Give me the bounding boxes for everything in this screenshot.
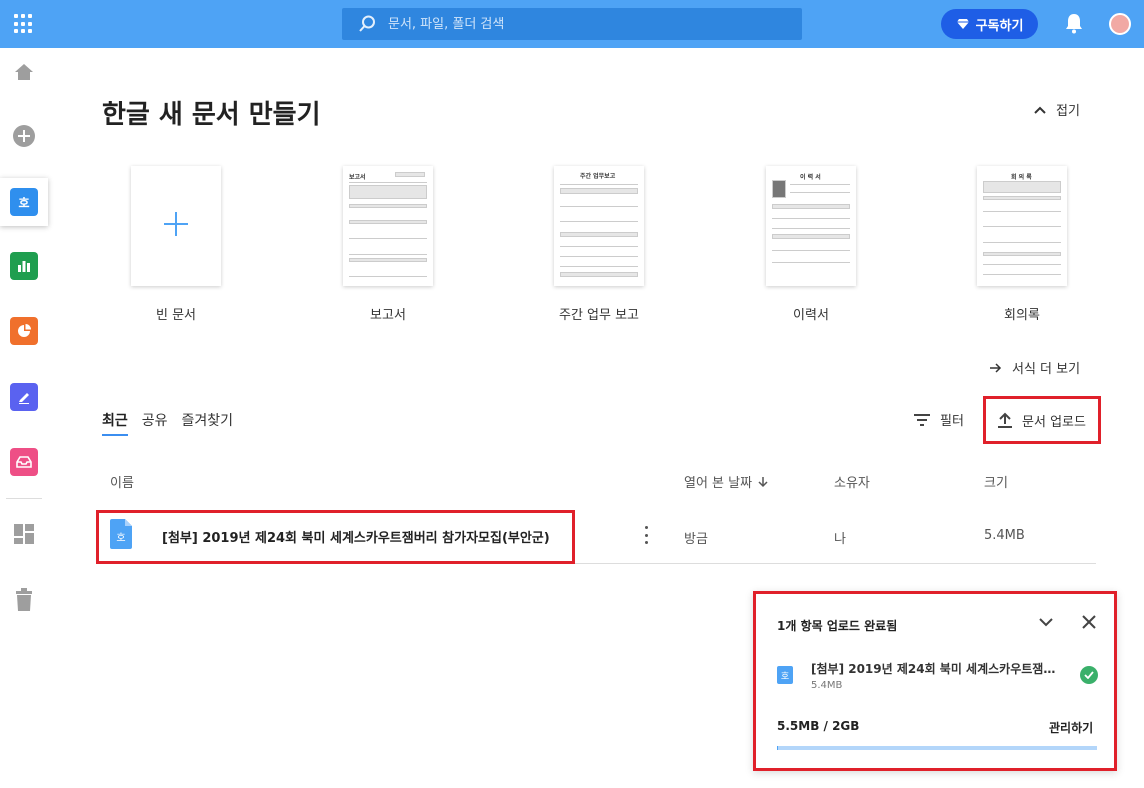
- tab-shared[interactable]: 공유: [142, 410, 168, 436]
- column-owner[interactable]: 소유자: [834, 472, 870, 491]
- storage-progress-bar: [777, 746, 1097, 750]
- file-opened: 방금: [684, 532, 708, 547]
- search-box[interactable]: [342, 8, 802, 40]
- bar-chart-icon: [10, 252, 38, 280]
- tab-recent[interactable]: 최근: [102, 410, 128, 436]
- file-owner: 나: [834, 532, 846, 547]
- search-input[interactable]: [388, 8, 788, 40]
- template-label: 회의록: [1004, 308, 1040, 323]
- more-options-icon[interactable]: [644, 526, 648, 544]
- upload-label: 문서 업로드: [1022, 414, 1086, 430]
- sidebar-item-pdf[interactable]: [0, 373, 48, 421]
- sidebar-item-sheet[interactable]: [0, 242, 48, 290]
- dashboard-icon: [14, 524, 34, 544]
- sidebar-item-hangul[interactable]: 호: [0, 178, 48, 226]
- template-thumbnail: 회 의 록: [977, 166, 1067, 286]
- plus-icon: [164, 212, 188, 236]
- upload-status-title: 1개 항목 업로드 완료됨: [777, 619, 898, 633]
- pen-icon: [10, 383, 38, 411]
- template-thumbnail: 보고서: [343, 166, 433, 286]
- column-size[interactable]: 크기: [984, 472, 1008, 491]
- svg-text:호: 호: [116, 532, 125, 544]
- sidebar-item-home[interactable]: [0, 48, 48, 96]
- upload-status-panel: 1개 항목 업로드 완료됨 호 [첨부] 2019년 제24회 북미 세계스카우…: [753, 591, 1117, 771]
- home-icon: [15, 64, 33, 80]
- template-thumbnail: 주간 업무보고: [554, 166, 644, 286]
- template-blank[interactable]: 빈 문서: [101, 166, 251, 323]
- plus-circle-icon: [13, 125, 35, 147]
- tab-favorites[interactable]: 즐겨찾기: [182, 410, 234, 436]
- check-icon: [1080, 666, 1098, 684]
- template-weekly-report[interactable]: 주간 업무보고 주간 업무 보고: [524, 166, 674, 323]
- storage-progress-fill: [777, 746, 778, 750]
- close-icon[interactable]: [1081, 614, 1097, 630]
- search-icon: [359, 15, 375, 32]
- filter-button[interactable]: 필터: [914, 410, 964, 429]
- sidebar-item-inbox[interactable]: [0, 438, 48, 486]
- bell-icon[interactable]: [1064, 12, 1084, 34]
- subscribe-button[interactable]: 구독하기: [941, 9, 1038, 39]
- sidebar: 호: [0, 48, 48, 788]
- sidebar-item-slides[interactable]: [0, 307, 48, 355]
- trash-icon: [16, 588, 32, 611]
- upload-document-button[interactable]: 문서 업로드: [983, 396, 1101, 444]
- table-row[interactable]: 호 [첨부] 2019년 제24회 북미 세계스카우트잼버리 참가자모집(부안군…: [96, 510, 1096, 564]
- filter-label: 필터: [940, 414, 964, 429]
- filter-icon: [914, 413, 930, 426]
- upload-icon: [998, 412, 1013, 428]
- template-label: 빈 문서: [155, 308, 196, 323]
- storage-usage: 5.5MB / 2GB: [777, 719, 860, 733]
- template-resume[interactable]: 이 력 서 이력서: [736, 166, 886, 323]
- template-label: 주간 업무 보고: [558, 308, 640, 323]
- sidebar-item-new[interactable]: [0, 112, 48, 160]
- sidebar-item-dashboard[interactable]: [0, 510, 48, 558]
- sidebar-item-trash[interactable]: [0, 576, 48, 624]
- template-thumbnail: 이 력 서: [766, 166, 856, 286]
- more-forms-link[interactable]: 서식 더 보기: [990, 358, 1080, 377]
- diamond-icon: [956, 19, 969, 29]
- pie-chart-icon: [10, 317, 38, 345]
- more-forms-label: 서식 더 보기: [1012, 362, 1081, 377]
- column-name[interactable]: 이름: [110, 472, 134, 491]
- hangul-file-icon: 호: [110, 519, 132, 549]
- template-minutes[interactable]: 회 의 록 회의록: [947, 166, 1097, 323]
- chevron-down-icon[interactable]: [1039, 617, 1053, 627]
- uploaded-file-name[interactable]: [첨부] 2019년 제24회 북미 세계스카우트잼버리 참가자모집(부안군): [811, 660, 1066, 677]
- template-thumbnail: [131, 166, 221, 286]
- template-label: 이력서: [793, 308, 829, 323]
- chevron-up-icon: [1034, 106, 1046, 114]
- inbox-icon: [10, 448, 38, 476]
- template-report[interactable]: 보고서 보고서: [313, 166, 463, 323]
- hangul-file-icon: 호: [777, 666, 793, 684]
- arrow-down-icon: [758, 476, 768, 487]
- file-size: 5.4MB: [984, 528, 1025, 543]
- top-bar: 구독하기: [0, 0, 1144, 48]
- file-tabs: 최근 공유 즐겨찾기: [102, 410, 233, 436]
- template-label: 보고서: [370, 308, 406, 323]
- arrow-right-icon: [990, 362, 1002, 373]
- hangul-doc-icon: 호: [10, 188, 38, 216]
- collapse-button[interactable]: 접기: [1034, 100, 1080, 119]
- avatar[interactable]: [1109, 13, 1131, 35]
- column-opened[interactable]: 열어 본 날짜: [684, 472, 768, 491]
- page-title: 한글 새 문서 만들기: [102, 100, 321, 130]
- uploaded-file-size: 5.4MB: [811, 680, 843, 691]
- subscribe-label: 구독하기: [975, 18, 1024, 34]
- file-name[interactable]: [첨부] 2019년 제24회 북미 세계스카우트잼버리 참가자모집(부안군): [162, 527, 550, 546]
- sidebar-divider: [6, 498, 42, 499]
- collapse-label: 접기: [1056, 104, 1080, 119]
- manage-link[interactable]: 관리하기: [1049, 719, 1093, 736]
- apps-grid-icon[interactable]: [14, 14, 34, 34]
